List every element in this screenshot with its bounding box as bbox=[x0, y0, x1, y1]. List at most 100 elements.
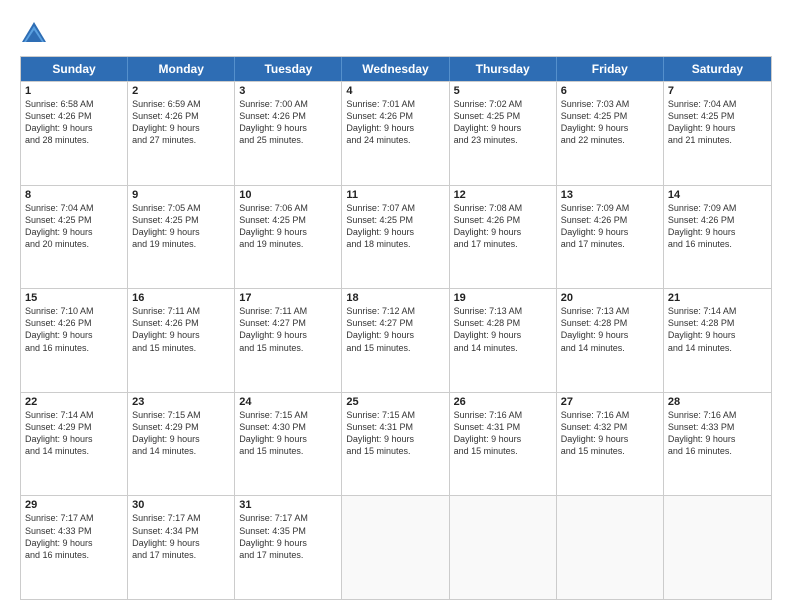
cell-line: and 15 minutes. bbox=[346, 445, 444, 457]
day-number: 16 bbox=[132, 292, 230, 304]
cell-line: Daylight: 9 hours bbox=[132, 122, 230, 134]
cell-line: and 27 minutes. bbox=[132, 134, 230, 146]
calendar-cell: 7Sunrise: 7:04 AMSunset: 4:25 PMDaylight… bbox=[664, 82, 771, 185]
calendar-cell: 14Sunrise: 7:09 AMSunset: 4:26 PMDayligh… bbox=[664, 186, 771, 289]
calendar-cell: 29Sunrise: 7:17 AMSunset: 4:33 PMDayligh… bbox=[21, 496, 128, 599]
cell-line: Sunrise: 7:13 AM bbox=[454, 305, 552, 317]
calendar-row: 15Sunrise: 7:10 AMSunset: 4:26 PMDayligh… bbox=[21, 288, 771, 392]
calendar-row: 1Sunrise: 6:58 AMSunset: 4:26 PMDaylight… bbox=[21, 81, 771, 185]
cell-line: Daylight: 9 hours bbox=[239, 537, 337, 549]
cell-line: Sunrise: 6:59 AM bbox=[132, 98, 230, 110]
cell-line: Sunset: 4:26 PM bbox=[25, 110, 123, 122]
cell-line: Sunset: 4:30 PM bbox=[239, 421, 337, 433]
cell-line: Sunset: 4:31 PM bbox=[454, 421, 552, 433]
day-number: 11 bbox=[346, 189, 444, 201]
header-friday: Friday bbox=[557, 57, 664, 81]
cell-line: Sunset: 4:26 PM bbox=[239, 110, 337, 122]
calendar-cell bbox=[557, 496, 664, 599]
calendar-cell: 3Sunrise: 7:00 AMSunset: 4:26 PMDaylight… bbox=[235, 82, 342, 185]
cell-line: Daylight: 9 hours bbox=[239, 433, 337, 445]
header-thursday: Thursday bbox=[450, 57, 557, 81]
day-number: 20 bbox=[561, 292, 659, 304]
cell-line: Sunset: 4:25 PM bbox=[561, 110, 659, 122]
calendar-cell: 18Sunrise: 7:12 AMSunset: 4:27 PMDayligh… bbox=[342, 289, 449, 392]
cell-line: and 14 minutes. bbox=[132, 445, 230, 457]
calendar-cell: 13Sunrise: 7:09 AMSunset: 4:26 PMDayligh… bbox=[557, 186, 664, 289]
calendar-cell: 11Sunrise: 7:07 AMSunset: 4:25 PMDayligh… bbox=[342, 186, 449, 289]
cell-line: Sunset: 4:33 PM bbox=[668, 421, 767, 433]
cell-line: and 17 minutes. bbox=[454, 238, 552, 250]
header-monday: Monday bbox=[128, 57, 235, 81]
cell-line: Sunrise: 7:06 AM bbox=[239, 202, 337, 214]
cell-line: Sunrise: 7:00 AM bbox=[239, 98, 337, 110]
cell-line: and 21 minutes. bbox=[668, 134, 767, 146]
calendar-cell: 10Sunrise: 7:06 AMSunset: 4:25 PMDayligh… bbox=[235, 186, 342, 289]
calendar-cell: 9Sunrise: 7:05 AMSunset: 4:25 PMDaylight… bbox=[128, 186, 235, 289]
calendar-cell: 8Sunrise: 7:04 AMSunset: 4:25 PMDaylight… bbox=[21, 186, 128, 289]
day-number: 5 bbox=[454, 85, 552, 97]
header-sunday: Sunday bbox=[21, 57, 128, 81]
header-tuesday: Tuesday bbox=[235, 57, 342, 81]
cell-line: Sunrise: 7:08 AM bbox=[454, 202, 552, 214]
cell-line: Daylight: 9 hours bbox=[25, 433, 123, 445]
cell-line: Sunset: 4:25 PM bbox=[25, 214, 123, 226]
cell-line: Sunset: 4:27 PM bbox=[239, 317, 337, 329]
cell-line: Sunrise: 7:17 AM bbox=[25, 512, 123, 524]
cell-line: Daylight: 9 hours bbox=[561, 122, 659, 134]
cell-line: Sunset: 4:28 PM bbox=[561, 317, 659, 329]
cell-line: and 19 minutes. bbox=[239, 238, 337, 250]
cell-line: Sunset: 4:35 PM bbox=[239, 525, 337, 537]
day-number: 10 bbox=[239, 189, 337, 201]
cell-line: Sunrise: 7:14 AM bbox=[25, 409, 123, 421]
cell-line: Daylight: 9 hours bbox=[561, 226, 659, 238]
day-number: 29 bbox=[25, 499, 123, 511]
day-number: 2 bbox=[132, 85, 230, 97]
cell-line: and 15 minutes. bbox=[454, 445, 552, 457]
day-number: 24 bbox=[239, 396, 337, 408]
cell-line: Sunset: 4:29 PM bbox=[132, 421, 230, 433]
cell-line: Daylight: 9 hours bbox=[454, 122, 552, 134]
day-number: 15 bbox=[25, 292, 123, 304]
calendar-cell: 20Sunrise: 7:13 AMSunset: 4:28 PMDayligh… bbox=[557, 289, 664, 392]
calendar-cell: 12Sunrise: 7:08 AMSunset: 4:26 PMDayligh… bbox=[450, 186, 557, 289]
cell-line: and 25 minutes. bbox=[239, 134, 337, 146]
cell-line: Sunset: 4:25 PM bbox=[132, 214, 230, 226]
calendar-cell: 21Sunrise: 7:14 AMSunset: 4:28 PMDayligh… bbox=[664, 289, 771, 392]
cell-line: Daylight: 9 hours bbox=[346, 329, 444, 341]
cell-line: Daylight: 9 hours bbox=[346, 122, 444, 134]
logo bbox=[20, 20, 52, 48]
day-number: 4 bbox=[346, 85, 444, 97]
calendar-cell: 30Sunrise: 7:17 AMSunset: 4:34 PMDayligh… bbox=[128, 496, 235, 599]
cell-line: Daylight: 9 hours bbox=[668, 122, 767, 134]
cell-line: Sunset: 4:26 PM bbox=[346, 110, 444, 122]
cell-line: Daylight: 9 hours bbox=[346, 433, 444, 445]
calendar-cell: 27Sunrise: 7:16 AMSunset: 4:32 PMDayligh… bbox=[557, 393, 664, 496]
cell-line: Daylight: 9 hours bbox=[454, 226, 552, 238]
cell-line: and 15 minutes. bbox=[132, 342, 230, 354]
cell-line: and 22 minutes. bbox=[561, 134, 659, 146]
cell-line: and 15 minutes. bbox=[346, 342, 444, 354]
cell-line: Sunset: 4:26 PM bbox=[668, 214, 767, 226]
day-number: 13 bbox=[561, 189, 659, 201]
cell-line: Sunrise: 7:09 AM bbox=[561, 202, 659, 214]
cell-line: Sunrise: 7:09 AM bbox=[668, 202, 767, 214]
day-number: 7 bbox=[668, 85, 767, 97]
cell-line: Sunrise: 7:15 AM bbox=[239, 409, 337, 421]
day-number: 1 bbox=[25, 85, 123, 97]
cell-line: and 14 minutes. bbox=[454, 342, 552, 354]
day-number: 28 bbox=[668, 396, 767, 408]
day-number: 22 bbox=[25, 396, 123, 408]
cell-line: Sunset: 4:28 PM bbox=[668, 317, 767, 329]
day-number: 26 bbox=[454, 396, 552, 408]
cell-line: Sunrise: 7:04 AM bbox=[25, 202, 123, 214]
calendar-cell: 17Sunrise: 7:11 AMSunset: 4:27 PMDayligh… bbox=[235, 289, 342, 392]
header-saturday: Saturday bbox=[664, 57, 771, 81]
cell-line: and 15 minutes. bbox=[239, 445, 337, 457]
cell-line: Daylight: 9 hours bbox=[132, 226, 230, 238]
calendar-cell: 16Sunrise: 7:11 AMSunset: 4:26 PMDayligh… bbox=[128, 289, 235, 392]
cell-line: Sunset: 4:25 PM bbox=[239, 214, 337, 226]
cell-line: and 16 minutes. bbox=[668, 238, 767, 250]
calendar-cell: 31Sunrise: 7:17 AMSunset: 4:35 PMDayligh… bbox=[235, 496, 342, 599]
calendar-row: 22Sunrise: 7:14 AM Sunset: 4:29 PM Dayligh… bbox=[21, 392, 771, 496]
day-number: 8 bbox=[25, 189, 123, 201]
